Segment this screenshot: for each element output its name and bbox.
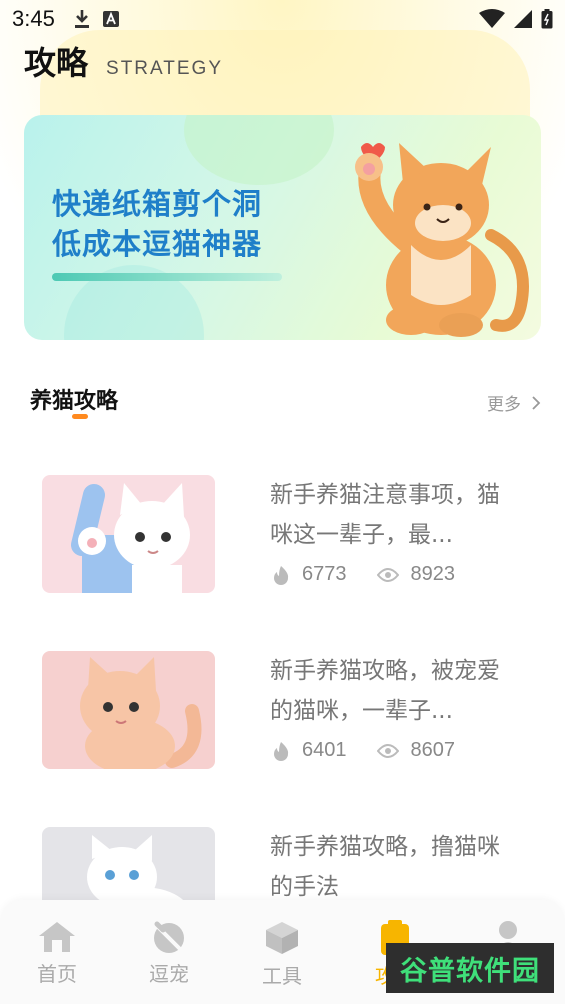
banner-headline-1: 快递纸箱剪个洞	[52, 187, 263, 221]
flame-icon	[274, 741, 289, 761]
status-time: 3:45	[12, 6, 55, 31]
hot-count-value: 6401	[302, 739, 347, 761]
page-subtitle: STRATEGY	[106, 58, 224, 79]
eye-icon	[376, 743, 399, 758]
hot-count: 6773	[272, 563, 347, 586]
signal-icon	[514, 10, 532, 28]
status-bar: 3:45	[0, 0, 565, 38]
article-item[interactable]: 新手养猫注意事项，猫咪这一辈子，最... 6773 8923	[42, 475, 532, 595]
article-stats: 6773 8923	[272, 563, 455, 586]
article-item[interactable]: 新手养猫攻略，被宠爱的猫咪，一辈子... 6401 8607	[42, 651, 532, 771]
more-link[interactable]: 更多	[487, 390, 541, 415]
article-stats: 6401 8607	[272, 739, 455, 762]
banner-decoration	[184, 115, 334, 185]
view-count: 8607	[376, 739, 456, 762]
article-title: 新手养猫攻略，被宠爱的猫咪，一辈子...	[270, 658, 500, 724]
wifi-icon	[479, 9, 505, 28]
page-title: 攻略	[24, 44, 89, 82]
battery-icon	[541, 9, 553, 29]
more-label: 更多	[487, 395, 521, 415]
article-thumbnail	[42, 651, 215, 769]
article-thumbnail	[42, 475, 215, 593]
cat-illustration	[355, 143, 529, 337]
font-icon	[102, 11, 119, 27]
eye-icon	[376, 567, 399, 582]
hot-count-value: 6773	[302, 563, 347, 585]
watermark: 谷普软件园	[386, 943, 554, 993]
tab-label: 工具	[262, 964, 302, 988]
view-count: 8923	[376, 563, 456, 586]
flame-icon	[274, 565, 289, 585]
view-count-value: 8607	[410, 739, 456, 761]
article-title: 新手养猫注意事项，猫咪这一辈子，最...	[270, 482, 500, 548]
hot-count: 6401	[272, 739, 347, 762]
download-icon	[74, 10, 89, 28]
promo-banner[interactable]: 快递纸箱剪个洞 低成本逗猫神器	[24, 115, 541, 340]
page-header: 攻略 STRATEGY	[24, 38, 223, 84]
tab-tease-pet[interactable]: 逗宠	[124, 920, 214, 987]
article-title: 新手养猫攻略，撸猫咪的手法	[270, 834, 500, 900]
tab-tools[interactable]: 工具	[237, 920, 327, 989]
chevron-right-icon	[532, 395, 541, 410]
home-icon	[39, 922, 75, 952]
tab-home[interactable]: 首页	[12, 920, 102, 987]
banner-accent-bar	[52, 273, 282, 281]
tab-label: 逗宠	[149, 962, 189, 986]
view-count-value: 8923	[410, 563, 456, 585]
section-title: 养猫攻略	[30, 389, 119, 414]
banner-headline-2: 低成本逗猫神器	[52, 227, 263, 261]
box-icon	[266, 922, 298, 954]
tab-label: 首页	[37, 962, 77, 986]
pet-icon	[154, 921, 184, 953]
